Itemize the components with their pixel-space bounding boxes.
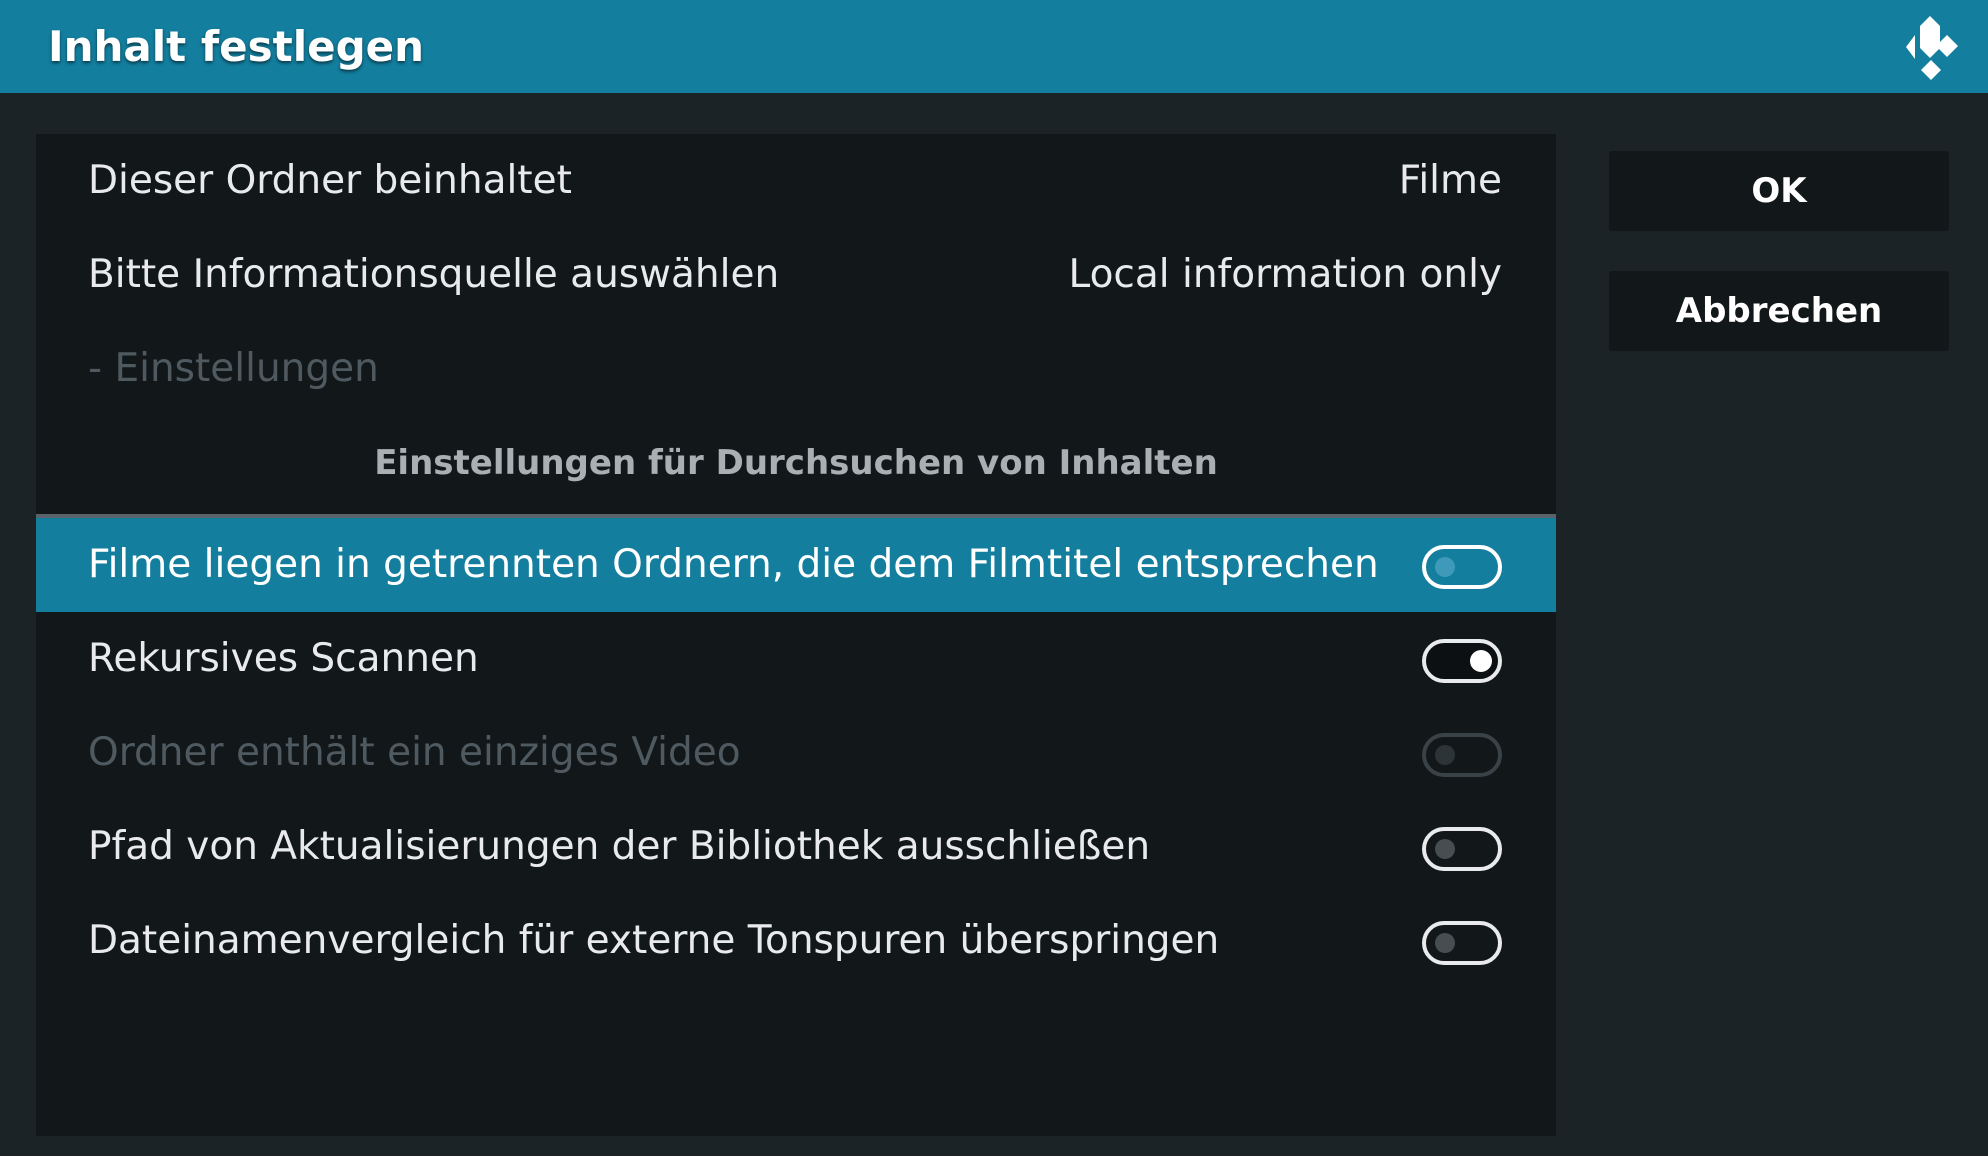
scraper-row[interactable]: Bitte Informationsquelle auswählen Local… bbox=[36, 228, 1556, 322]
toggle-label: Pfad von Aktualisierungen der Bibliothek… bbox=[88, 824, 1151, 869]
skip-audio-match-toggle[interactable] bbox=[1422, 921, 1502, 965]
toggle-knob bbox=[1470, 650, 1492, 672]
scraper-settings-label: - Einstellungen bbox=[88, 346, 379, 391]
toggle-row-separate-folders[interactable]: Filme liegen in getrennten Ordnern, die … bbox=[36, 518, 1556, 612]
separate-folders-toggle[interactable] bbox=[1422, 545, 1502, 589]
toggle-row-recursive-scan[interactable]: Rekursives Scannen bbox=[36, 612, 1556, 706]
single-video-toggle bbox=[1422, 733, 1502, 777]
ok-button[interactable]: OK bbox=[1609, 151, 1949, 231]
section-title: Einstellungen für Durchsuchen von Inhalt… bbox=[374, 443, 1218, 483]
recursive-scan-toggle[interactable] bbox=[1422, 639, 1502, 683]
toggle-knob bbox=[1435, 839, 1455, 859]
dialog-title: Inhalt festlegen bbox=[48, 22, 425, 71]
exclude-path-toggle[interactable] bbox=[1422, 827, 1502, 871]
toggle-knob bbox=[1435, 745, 1455, 765]
content-type-value: Filme bbox=[1398, 158, 1502, 203]
toggle-row-single-video: Ordner enthält ein einziges Video bbox=[36, 706, 1556, 800]
scraper-value: Local information only bbox=[1068, 252, 1502, 297]
settings-panel: Dieser Ordner beinhaltet Filme Bitte Inf… bbox=[36, 134, 1556, 1136]
dialog-header: Inhalt festlegen bbox=[0, 0, 1988, 93]
toggle-knob bbox=[1435, 933, 1455, 953]
toggle-label: Rekursives Scannen bbox=[88, 636, 479, 681]
content-type-label: Dieser Ordner beinhaltet bbox=[88, 158, 572, 203]
toggle-label: Dateinamenvergleich für externe Tonspure… bbox=[88, 918, 1220, 963]
toggle-row-exclude-path[interactable]: Pfad von Aktualisierungen der Bibliothek… bbox=[36, 800, 1556, 894]
scraper-settings-row: - Einstellungen bbox=[36, 322, 1556, 416]
toggle-row-skip-audio-match[interactable]: Dateinamenvergleich für externe Tonspure… bbox=[36, 894, 1556, 988]
toggle-knob bbox=[1435, 557, 1455, 577]
toggle-label: Ordner enthält ein einziges Video bbox=[88, 730, 741, 775]
kodi-logo-icon bbox=[1906, 16, 1958, 80]
toggle-label: Filme liegen in getrennten Ordnern, die … bbox=[88, 542, 1379, 587]
cancel-button[interactable]: Abbrechen bbox=[1609, 271, 1949, 351]
scraper-label: Bitte Informationsquelle auswählen bbox=[88, 252, 780, 297]
content-type-row[interactable]: Dieser Ordner beinhaltet Filme bbox=[36, 134, 1556, 228]
